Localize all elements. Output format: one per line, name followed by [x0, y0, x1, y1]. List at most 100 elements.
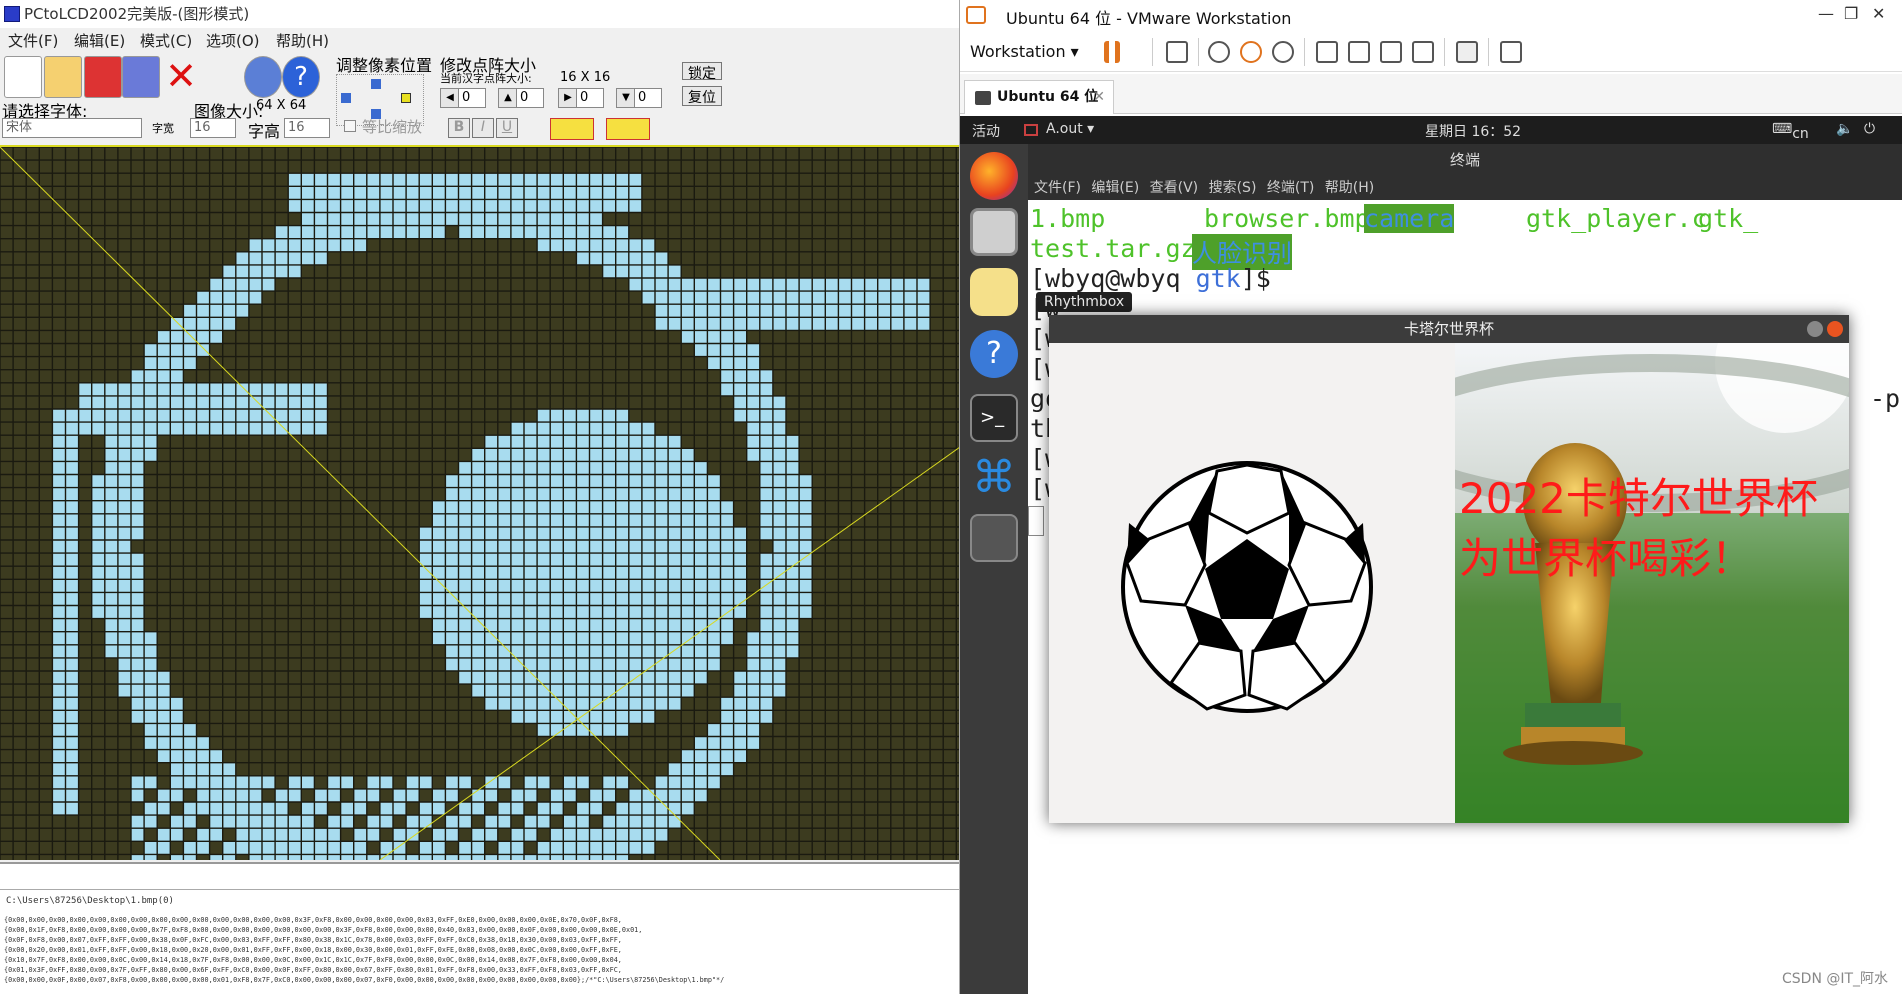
lit-pixel[interactable]: [131, 815, 145, 829]
lit-pixel[interactable]: [681, 592, 695, 606]
lit-pixel[interactable]: [144, 841, 158, 855]
lit-pixel[interactable]: [196, 749, 210, 763]
lit-pixel[interactable]: [641, 435, 655, 449]
lit-pixel[interactable]: [183, 762, 197, 776]
lit-pixel[interactable]: [301, 395, 315, 409]
lit-pixel[interactable]: [615, 828, 629, 842]
lit-pixel[interactable]: [550, 173, 564, 187]
lit-pixel[interactable]: [471, 540, 485, 554]
lit-pixel[interactable]: [759, 526, 773, 540]
lit-pixel[interactable]: [812, 304, 826, 318]
lit-pixel[interactable]: [694, 788, 708, 802]
lit-pixel[interactable]: [131, 657, 145, 671]
lit-pixel[interactable]: [537, 566, 551, 580]
lit-pixel[interactable]: [275, 841, 289, 855]
lit-pixel[interactable]: [772, 422, 786, 436]
lit-pixel[interactable]: [759, 631, 773, 645]
lit-pixel[interactable]: [576, 553, 590, 567]
lit-pixel[interactable]: [641, 592, 655, 606]
lit-pixel[interactable]: [563, 631, 577, 645]
lit-pixel[interactable]: [327, 775, 341, 789]
lit-pixel[interactable]: [458, 631, 472, 645]
lit-pixel[interactable]: [641, 448, 655, 462]
lit-pixel[interactable]: [104, 566, 118, 580]
lit-pixel[interactable]: [759, 553, 773, 567]
lit-pixel[interactable]: [157, 723, 171, 737]
lit-pixel[interactable]: [209, 749, 223, 763]
lit-pixel[interactable]: [733, 697, 747, 711]
lit-pixel[interactable]: [458, 657, 472, 671]
lit-pixel[interactable]: [471, 788, 485, 802]
lit-pixel[interactable]: [497, 474, 511, 488]
lit-pixel[interactable]: [563, 605, 577, 619]
lit-pixel[interactable]: [471, 513, 485, 527]
lit-pixel[interactable]: [563, 409, 577, 423]
lit-pixel[interactable]: [563, 435, 577, 449]
lit-pixel[interactable]: [222, 854, 236, 860]
lit-pixel[interactable]: [668, 762, 682, 776]
lit-pixel[interactable]: [262, 395, 276, 409]
lit-pixel[interactable]: [78, 382, 92, 396]
lit-pixel[interactable]: [707, 291, 721, 305]
lit-pixel[interactable]: [681, 500, 695, 514]
lit-pixel[interactable]: [759, 487, 773, 501]
lit-pixel[interactable]: [275, 828, 289, 842]
lit-pixel[interactable]: [117, 487, 131, 501]
lit-pixel[interactable]: [65, 710, 79, 724]
lit-pixel[interactable]: [510, 199, 524, 213]
lit-pixel[interactable]: [720, 762, 734, 776]
lit-pixel[interactable]: [170, 736, 184, 750]
lit-pixel[interactable]: [759, 369, 773, 383]
lit-pixel[interactable]: [890, 304, 904, 318]
lit-pixel[interactable]: [786, 644, 800, 658]
lit-pixel[interactable]: [209, 802, 223, 816]
lit-pixel[interactable]: [550, 526, 564, 540]
lit-pixel[interactable]: [458, 500, 472, 514]
lit-pixel[interactable]: [733, 684, 747, 698]
lit-pixel[interactable]: [65, 487, 79, 501]
lit-pixel[interactable]: [759, 461, 773, 475]
lit-pixel[interactable]: [196, 775, 210, 789]
lit-pixel[interactable]: [510, 828, 524, 842]
lit-pixel[interactable]: [694, 278, 708, 292]
lit-pixel[interactable]: [628, 461, 642, 475]
lit-pixel[interactable]: [510, 618, 524, 632]
lit-pixel[interactable]: [733, 291, 747, 305]
lit-pixel[interactable]: [52, 736, 66, 750]
lit-pixel[interactable]: [746, 278, 760, 292]
lit-pixel[interactable]: [248, 802, 262, 816]
up-arrow-icon[interactable]: ▲: [498, 88, 518, 108]
lit-pixel[interactable]: [746, 631, 760, 645]
lit-pixel[interactable]: [707, 723, 721, 737]
lit-pixel[interactable]: [641, 553, 655, 567]
lit-pixel[interactable]: [825, 317, 839, 331]
lit-pixel[interactable]: [510, 474, 524, 488]
lit-pixel[interactable]: [196, 788, 210, 802]
lit-pixel[interactable]: [65, 618, 79, 632]
lit-pixel[interactable]: [327, 199, 341, 213]
lit-pixel[interactable]: [65, 736, 79, 750]
lit-pixel[interactable]: [615, 409, 629, 423]
lit-pixel[interactable]: [131, 775, 145, 789]
lit-pixel[interactable]: [170, 317, 184, 331]
lit-pixel[interactable]: [340, 173, 354, 187]
lit-pixel[interactable]: [628, 710, 642, 724]
lit-pixel[interactable]: [720, 291, 734, 305]
lit-pixel[interactable]: [157, 828, 171, 842]
lit-pixel[interactable]: [641, 631, 655, 645]
lit-pixel[interactable]: [772, 487, 786, 501]
lit-pixel[interactable]: [275, 409, 289, 423]
lit-pixel[interactable]: [550, 605, 564, 619]
lit-pixel[interactable]: [510, 487, 524, 501]
lit-pixel[interactable]: [144, 671, 158, 685]
lit-pixel[interactable]: [406, 775, 420, 789]
lit-pixel[interactable]: [445, 657, 459, 671]
lit-pixel[interactable]: [589, 474, 603, 488]
lit-pixel[interactable]: [170, 723, 184, 737]
lit-pixel[interactable]: [248, 291, 262, 305]
lit-pixel[interactable]: [563, 684, 577, 698]
lit-pixel[interactable]: [641, 487, 655, 501]
lit-pixel[interactable]: [537, 605, 551, 619]
lit-pixel[interactable]: [576, 435, 590, 449]
lit-pixel[interactable]: [615, 802, 629, 816]
